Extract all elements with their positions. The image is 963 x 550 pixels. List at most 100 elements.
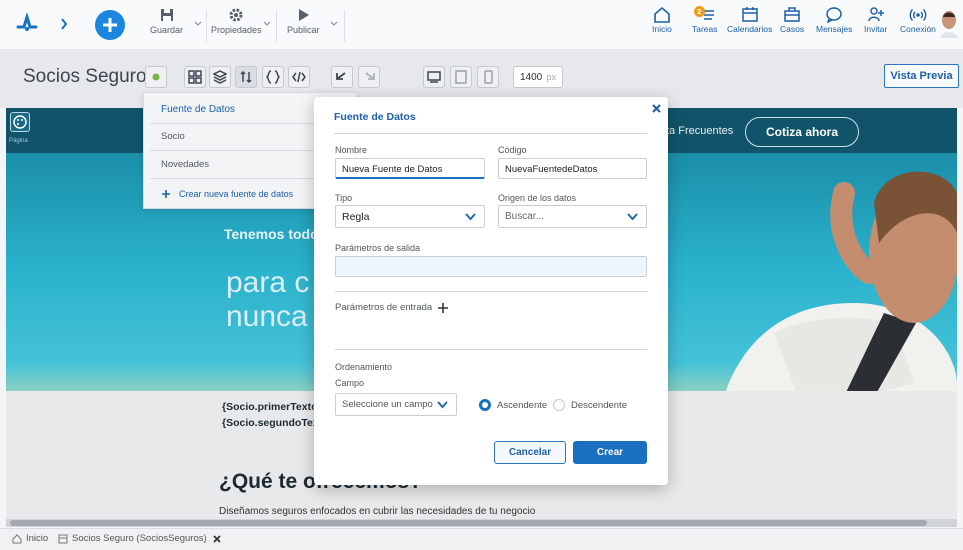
salida-input[interactable] (335, 256, 647, 277)
faq-link[interactable]: ta Frecuentes (666, 125, 733, 137)
nav-tareas[interactable]: 2 Tareas (692, 6, 718, 34)
nav-conexion[interactable]: Conexión (900, 6, 936, 34)
properties-button[interactable]: Propiedades (211, 7, 262, 35)
dialog-title: Fuente de Datos (334, 111, 416, 123)
publish-button[interactable]: Publicar (287, 7, 320, 35)
undo-button[interactable] (331, 66, 353, 88)
play-icon (299, 9, 310, 21)
campo-select[interactable]: Seleccione un campo (335, 393, 457, 416)
page-settings-button[interactable]: Página (6, 108, 40, 148)
width-unit: px (546, 72, 556, 82)
desktop-icon (427, 71, 441, 83)
grid-icon (188, 70, 202, 84)
preview-button[interactable]: Vista Previa (884, 64, 959, 88)
divider (276, 10, 277, 42)
nav-conexion-label: Conexión (900, 24, 936, 34)
briefcase-icon (784, 7, 800, 22)
nav-invitar[interactable]: Invitar (864, 6, 887, 34)
asc-radio[interactable] (479, 399, 491, 411)
cancel-button[interactable]: Cancelar (494, 441, 566, 464)
hero-headline-2: nunca (226, 300, 308, 333)
create-button[interactable]: Crear (573, 441, 647, 464)
campo-label: Campo (335, 378, 365, 388)
width-value: 1400 (520, 72, 543, 83)
site-icon (58, 534, 68, 543)
save-label: Guardar (150, 25, 184, 35)
add-user-icon (867, 7, 884, 22)
socio-text-1: {Socio.primerTexto (222, 401, 318, 413)
datasource-dialog: Fuente de Datos Nombre Nueva Fuente de D… (314, 97, 668, 485)
campo-placeholder: Seleccione un campo (342, 399, 433, 410)
layers-icon (213, 70, 227, 84)
palette-icon (10, 112, 30, 132)
tab-site[interactable]: Socios Seguro (SociosSeguros) (58, 533, 221, 544)
tipo-label: Tipo (335, 193, 353, 203)
codigo-input[interactable]: NuevaFuentedeDatos (498, 158, 647, 179)
chevron-right-icon[interactable] (60, 18, 68, 30)
close-icon[interactable] (213, 534, 221, 543)
publish-dropdown-chevron-icon[interactable] (329, 18, 339, 28)
close-icon[interactable] (652, 104, 661, 113)
broadcast-icon (909, 9, 927, 21)
desc-label: Descendente (571, 400, 627, 411)
tasks-icon: 2 (693, 6, 716, 23)
width-input[interactable]: 1400 px (513, 66, 563, 88)
site-title: Socios Seguro (23, 66, 147, 87)
status-dot-icon (152, 73, 160, 81)
add-param-plus-icon[interactable] (438, 302, 449, 313)
cta-button[interactable]: Cotiza ahora (745, 117, 859, 147)
scrollbar-thumb[interactable] (10, 520, 927, 526)
mobile-view-button[interactable] (477, 66, 499, 88)
divider (335, 349, 647, 350)
gear-icon (229, 8, 243, 22)
avatar[interactable] (940, 10, 958, 38)
add-button[interactable] (95, 10, 125, 40)
nav-invitar-label: Invitar (864, 24, 888, 34)
braces-icon (266, 70, 280, 84)
save-icon (160, 9, 173, 21)
html-code-button[interactable] (288, 66, 310, 88)
nav-mensajes[interactable]: Mensajes (816, 6, 852, 34)
plus-icon (162, 190, 170, 198)
nav-inicio-label: Inicio (652, 24, 672, 34)
datasources-button[interactable] (235, 66, 257, 88)
origen-label: Origen de los datos (498, 193, 577, 203)
tablet-view-button[interactable] (450, 66, 472, 88)
entrada-header: Parámetros de entrada (335, 302, 449, 313)
chevron-down-icon (627, 213, 638, 221)
tab-home-label: Inicio (26, 533, 49, 544)
divider (334, 133, 647, 134)
save-dropdown-chevron-icon[interactable] (193, 18, 203, 28)
properties-dropdown-chevron-icon[interactable] (262, 18, 272, 28)
save-button[interactable]: Guardar (150, 7, 183, 35)
tasks-badge: 2 (693, 6, 705, 17)
create-datasource-button[interactable]: Crear nueva fuente de datos (161, 189, 293, 199)
codigo-value: NuevaFuentedeDatos (505, 164, 598, 175)
components-button[interactable] (184, 66, 206, 88)
origen-select[interactable]: Buscar... (498, 205, 647, 228)
datasource-item-novedades[interactable]: Novedades (161, 159, 209, 170)
nav-inicio[interactable]: Inicio (652, 6, 672, 34)
home-icon (12, 533, 22, 543)
home-icon (654, 6, 670, 23)
redo-icon (365, 72, 375, 80)
status-dot-button[interactable] (145, 66, 167, 88)
orden-label: Ordenamiento (335, 362, 393, 372)
desktop-view-button[interactable] (423, 66, 445, 88)
chevron-down-icon (465, 213, 476, 221)
datasource-item-socio[interactable]: Socio (161, 131, 185, 142)
code-braces-button[interactable] (262, 66, 284, 88)
nombre-input[interactable]: Nueva Fuente de Datos (335, 158, 485, 179)
divider (206, 10, 207, 42)
tab-home[interactable]: Inicio (12, 533, 48, 544)
tipo-select[interactable]: Regla (335, 205, 485, 228)
nombre-label: Nombre (335, 145, 368, 155)
nav-calendarios[interactable]: Calendarios (727, 6, 772, 34)
redo-button[interactable] (358, 66, 380, 88)
nav-casos-label: Casos (780, 24, 805, 34)
app-logo-icon[interactable] (16, 13, 38, 33)
nav-casos[interactable]: Casos (780, 6, 804, 34)
desc-radio[interactable] (553, 399, 565, 411)
layers-button[interactable] (209, 66, 231, 88)
datasource-icon (240, 70, 252, 84)
